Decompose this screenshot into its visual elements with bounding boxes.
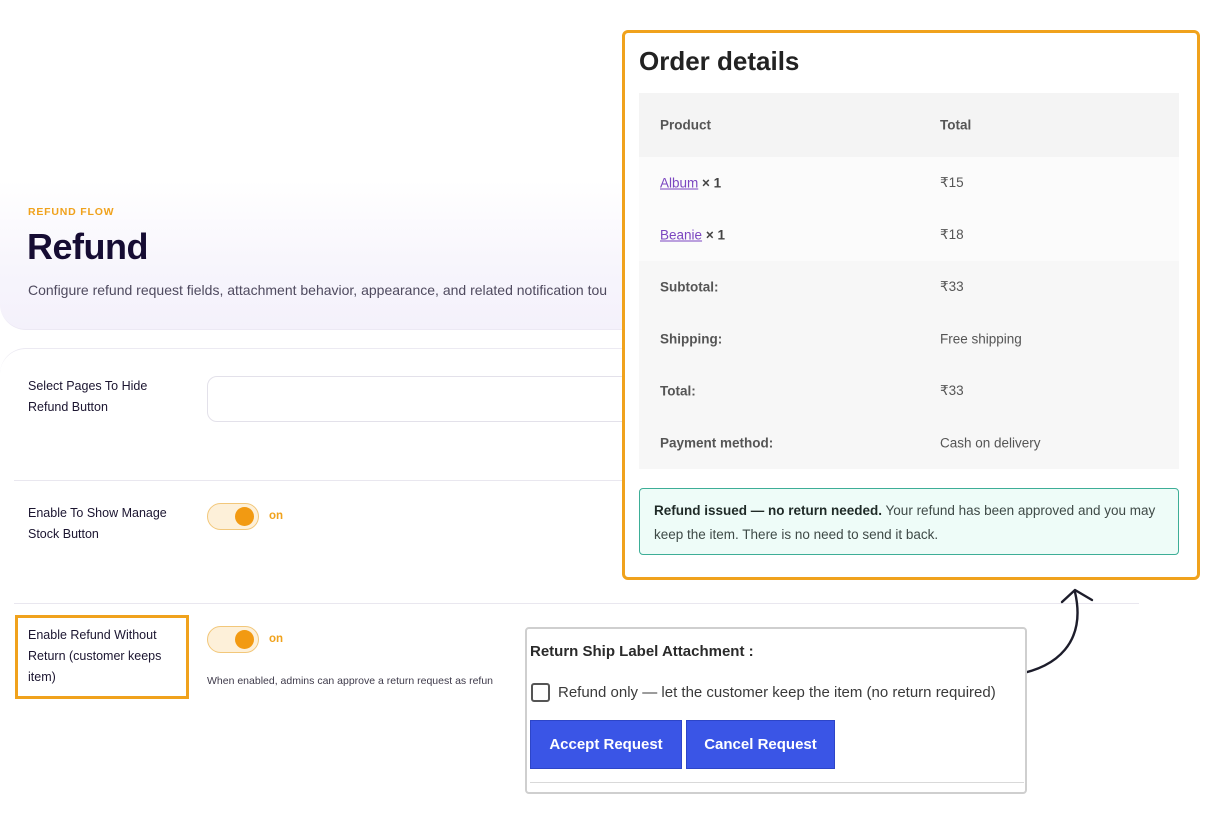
ship-label-attachment-title: Return Ship Label Attachment : — [530, 643, 754, 660]
row-divider — [14, 480, 654, 481]
cancel-request-button[interactable]: Cancel Request — [686, 720, 835, 769]
refund-without-return-toggle-state: on — [269, 633, 284, 645]
summary-label: Shipping: — [660, 331, 723, 347]
accept-request-button[interactable]: Accept Request — [530, 720, 682, 769]
order-table: Product Total Album × 1 ₹15 Beanie × 1 ₹… — [639, 93, 1179, 469]
product-link-beanie[interactable]: Beanie — [660, 228, 702, 243]
refund-only-checkbox-label[interactable]: Refund only — let the customer keep the … — [558, 684, 996, 701]
order-details-title: Order details — [639, 46, 800, 76]
product-cell: Beanie × 1 — [660, 228, 725, 243]
setting-label-refund-without-return: Enable Refund Without Return (customer k… — [28, 625, 161, 688]
summary-value: Cash on delivery — [940, 435, 1041, 451]
page-description: Configure refund request fields, attachm… — [28, 282, 608, 298]
order-details-panel: Order details Product Total Album × 1 ₹1… — [622, 30, 1200, 580]
label-line: Refund Button — [28, 400, 108, 414]
refund-only-checkbox[interactable] — [531, 683, 550, 702]
table-header-row: Product Total — [639, 93, 1179, 157]
refund-action-panel: Return Ship Label Attachment : Refund on… — [525, 627, 1027, 794]
refund-without-return-toggle[interactable] — [207, 626, 259, 653]
table-row: Beanie × 1 ₹18 — [639, 209, 1179, 261]
header-product: Product — [660, 117, 712, 133]
label-line: Enable Refund Without — [28, 628, 157, 642]
label-line: Return (customer keeps — [28, 649, 162, 663]
label-line: Select Pages To Hide — [28, 379, 148, 393]
section-eyebrow: REFUND FLOW — [28, 206, 115, 218]
table-row: Payment method: Cash on delivery — [639, 417, 1179, 469]
summary-label: Total: — [660, 383, 696, 399]
summary-value: Free shipping — [940, 331, 1022, 347]
row-divider — [14, 603, 1139, 604]
refund-without-return-help: When enabled, admins can approve a retur… — [207, 675, 494, 687]
summary-label: Subtotal: — [660, 279, 719, 295]
summary-label: Payment method: — [660, 435, 774, 451]
manage-stock-toggle[interactable] — [207, 503, 259, 530]
summary-value: ₹33 — [940, 383, 964, 398]
header-total: Total — [940, 117, 972, 133]
product-link-album[interactable]: Album — [660, 176, 698, 191]
setting-label-manage-stock: Enable To Show Manage Stock Button — [28, 503, 167, 545]
page-title: Refund — [27, 226, 148, 267]
table-row: Total: ₹33 — [639, 365, 1179, 417]
toggle-knob — [235, 507, 254, 526]
product-qty: × 1 — [702, 175, 722, 191]
label-line: Enable To Show Manage — [28, 506, 167, 520]
toggle-knob — [235, 630, 254, 649]
product-total: ₹15 — [940, 175, 964, 190]
refund-notice: Refund issued — no return needed. Your r… — [639, 488, 1179, 555]
table-row: Subtotal: ₹33 — [639, 261, 1179, 313]
product-total: ₹18 — [940, 227, 964, 242]
setting-label-hide-pages: Select Pages To Hide Refund Button — [28, 376, 147, 418]
label-line: item) — [28, 670, 56, 684]
product-qty: × 1 — [705, 227, 725, 243]
panel-divider — [530, 782, 1024, 783]
hide-pages-select[interactable] — [207, 376, 647, 422]
notice-strong: Refund issued — no return needed. — [654, 503, 883, 518]
table-row: Album × 1 ₹15 — [639, 157, 1179, 209]
summary-value: ₹33 — [940, 279, 964, 294]
table-row: Shipping: Free shipping — [639, 313, 1179, 365]
product-cell: Album × 1 — [660, 176, 721, 191]
manage-stock-toggle-state: on — [269, 510, 284, 522]
label-line: Stock Button — [28, 527, 99, 541]
